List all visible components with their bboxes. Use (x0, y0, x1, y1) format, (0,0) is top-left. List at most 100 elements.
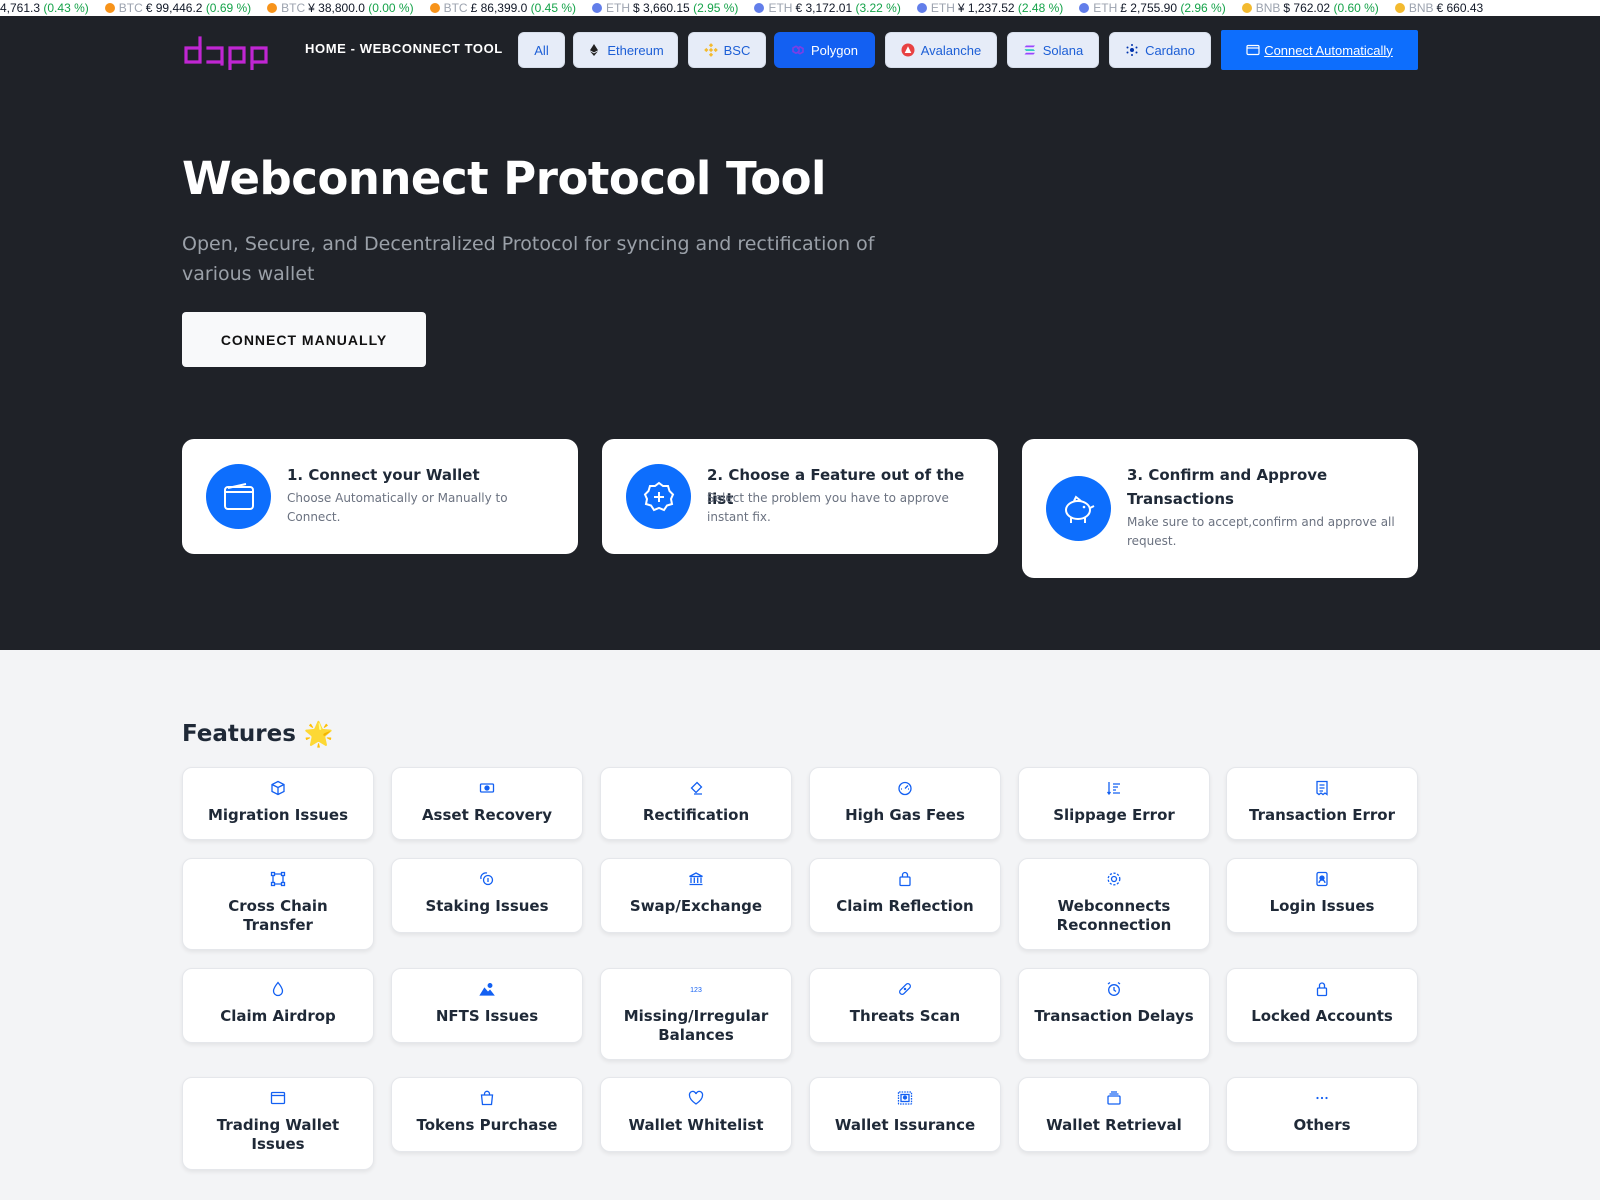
ticker-item: BNB € 660.43 (1394, 0, 1484, 16)
dots-icon (1316, 1096, 1328, 1100)
features-title: Features 🌟 (182, 720, 334, 748)
feature-label: Login Issues (1269, 897, 1375, 915)
alarm-icon (1107, 981, 1121, 996)
speedometer-icon (898, 781, 912, 796)
top-nav: HOME - WEBCONNECT TOOL All Ethereum BSC … (182, 30, 1418, 72)
feature-card-webconnects-reconnection[interactable]: Webconnects Reconnection (1018, 858, 1210, 950)
piggy-bank-icon (1064, 494, 1094, 523)
feature-card-rectification[interactable]: Rectification (600, 767, 792, 840)
feature-label: High Gas Fees (845, 806, 965, 824)
solana-icon (1024, 45, 1035, 55)
feature-card-nfts-issues[interactable]: NFTS Issues (391, 968, 583, 1043)
feature-card-claim-airdrop[interactable]: Claim Airdrop (182, 968, 374, 1043)
chain-label: Avalanche (920, 42, 982, 58)
feature-card-claim-reflection[interactable]: Claim Reflection (809, 858, 1001, 933)
feature-card-cross-chain-transfer[interactable]: Cross Chain Transfer (182, 858, 374, 950)
dapp-logo[interactable] (182, 30, 274, 72)
feature-card-tokens-purchase[interactable]: Tokens Purchase (391, 1077, 583, 1152)
bank-icon (689, 872, 703, 886)
ticker-price: € 99,446.2 (145, 1, 203, 15)
feature-card-wallet-whitelist[interactable]: Wallet Whitelist (600, 1077, 792, 1152)
ticker-track: 4,761.3 (0.43 %) BTC € 99,446.2 (0.69 %) BT… (0, 0, 1499, 16)
ticker-item: ETH £ 2,755.90 (2.96 %) (1079, 0, 1226, 16)
droplet-icon (272, 981, 284, 997)
feature-card-trading-wallet-issues[interactable]: Trading Wallet Issues (182, 1077, 374, 1170)
bnb-coin-icon (1241, 3, 1252, 13)
svg-text:123: 123 (690, 987, 702, 994)
hero-subtitle: Open, Secure, and Decentralized Protocol… (182, 233, 875, 285)
connect-manually-button[interactable]: CONNECT MANUALLY (182, 312, 426, 367)
chain-filter-bsc[interactable]: BSC (688, 32, 766, 68)
ticker-symbol: BTC (118, 1, 143, 15)
feature-label: Wallet Whitelist (628, 1116, 764, 1134)
btc-coin-icon (104, 3, 115, 13)
feature-card-swap-exchange[interactable]: Swap/Exchange (600, 858, 792, 933)
feature-label: Migration Issues (207, 806, 349, 824)
wallet-icon (1246, 44, 1260, 56)
chain-filter-polygon[interactable]: Polygon (774, 32, 875, 68)
feature-card-staking-issues[interactable]: Staking Issues (391, 858, 583, 933)
feature-label: Trading Wallet Issues (216, 1116, 340, 1153)
ticker-item: ETH $ 3,660.15 (2.95 %) (592, 0, 738, 16)
eth-coin-icon (916, 3, 927, 13)
feature-card-locked-accounts[interactable]: Locked Accounts (1226, 968, 1418, 1043)
ticker-item: 4,761.3 (0.43 %) (0, 0, 89, 16)
ticker-price: 4,761.3 (0, 1, 41, 15)
gear-icon (1107, 872, 1121, 886)
wallet-stack-icon (1107, 1091, 1121, 1105)
chain-filter-ethereum[interactable]: Ethereum (573, 32, 678, 68)
ticker-change: (3.22 %) (855, 1, 901, 15)
ticker-item: BNB $ 762.02 (0.60 %) (1241, 0, 1379, 16)
connect-automatically-button[interactable]: Connect Automatically (1221, 30, 1418, 70)
star-emoji-icon: 🌟 (303, 720, 334, 748)
feature-label: Missing/Irregular Balances (623, 1007, 769, 1044)
feature-card-login-issues[interactable]: Login Issues (1226, 858, 1418, 933)
chain-filter-avalanche[interactable]: Avalanche (885, 32, 997, 68)
feature-card-migration-issues[interactable]: Migration Issues (182, 767, 374, 840)
feature-label: Wallet Retrieval (1046, 1116, 1182, 1134)
feature-label: Transaction Error (1249, 806, 1395, 824)
feature-card-missing-irregular-balances[interactable]: 123 Missing/Irregular Balances (600, 968, 792, 1060)
bandage-icon (899, 983, 911, 995)
ticker-price: € 660.43 (1436, 1, 1484, 15)
feature-card-asset-recovery[interactable]: Asset Recovery (391, 767, 583, 840)
ticker-price: € 3,172.01 (795, 1, 853, 15)
chain-filter-all[interactable]: All (518, 32, 565, 68)
ticker-change: (2.96 %) (1180, 1, 1226, 15)
ticker-change: (2.48 %) (1017, 1, 1064, 15)
ticker-symbol: BNB (1255, 1, 1281, 15)
ticker-change: (0.69 %) (205, 1, 252, 15)
feature-label: Cross Chain Transfer (228, 897, 328, 934)
bnb-coin-icon (1394, 3, 1405, 13)
plus-badge-icon (643, 481, 674, 511)
features-title-text: Features (182, 721, 296, 747)
ticker-symbol: BNB (1408, 1, 1434, 15)
feature-card-threats-scan[interactable]: Threats Scan (809, 968, 1001, 1043)
feature-card-wallet-issurance[interactable]: Wallet Issurance (809, 1077, 1001, 1152)
nav-title[interactable]: HOME - WEBCONNECT TOOL (305, 41, 503, 56)
ticker-change: (0.45 %) (530, 1, 577, 15)
feature-label: Staking Issues (425, 897, 549, 915)
bag-icon (899, 871, 911, 887)
chain-label: All (534, 42, 549, 58)
ticker-symbol: ETH (1093, 1, 1118, 15)
ticker-price: $ 3,660.15 (633, 1, 690, 15)
chain-label: Cardano (1145, 42, 1195, 58)
feature-label: Swap/Exchange (629, 897, 763, 915)
ticker-change: (0.60 %) (1333, 1, 1379, 15)
feature-label: Threats Scan (849, 1007, 961, 1025)
feature-card-others[interactable]: Others (1226, 1077, 1418, 1152)
chain-label: BSC (723, 42, 751, 58)
feature-card-high-gas-fees[interactable]: High Gas Fees (809, 767, 1001, 840)
box-icon (271, 780, 285, 796)
chain-filter-cardano[interactable]: Cardano (1109, 32, 1211, 68)
feature-card-transaction-error[interactable]: Transaction Error (1226, 767, 1418, 840)
chain-filter-solana[interactable]: Solana (1007, 32, 1099, 68)
feature-card-slippage-error[interactable]: Slippage Error (1018, 767, 1210, 840)
feature-label: Slippage Error (1053, 806, 1175, 824)
ticker-item: ETH ¥ 1,237.52 (2.48 %) (916, 0, 1064, 16)
btc-coin-icon (429, 3, 440, 13)
feature-card-transaction-delays[interactable]: Transaction Delays (1018, 968, 1210, 1060)
connect-automatically-label: Connect Automatically (1264, 42, 1393, 58)
feature-card-wallet-retrieval[interactable]: Wallet Retrieval (1018, 1077, 1210, 1152)
